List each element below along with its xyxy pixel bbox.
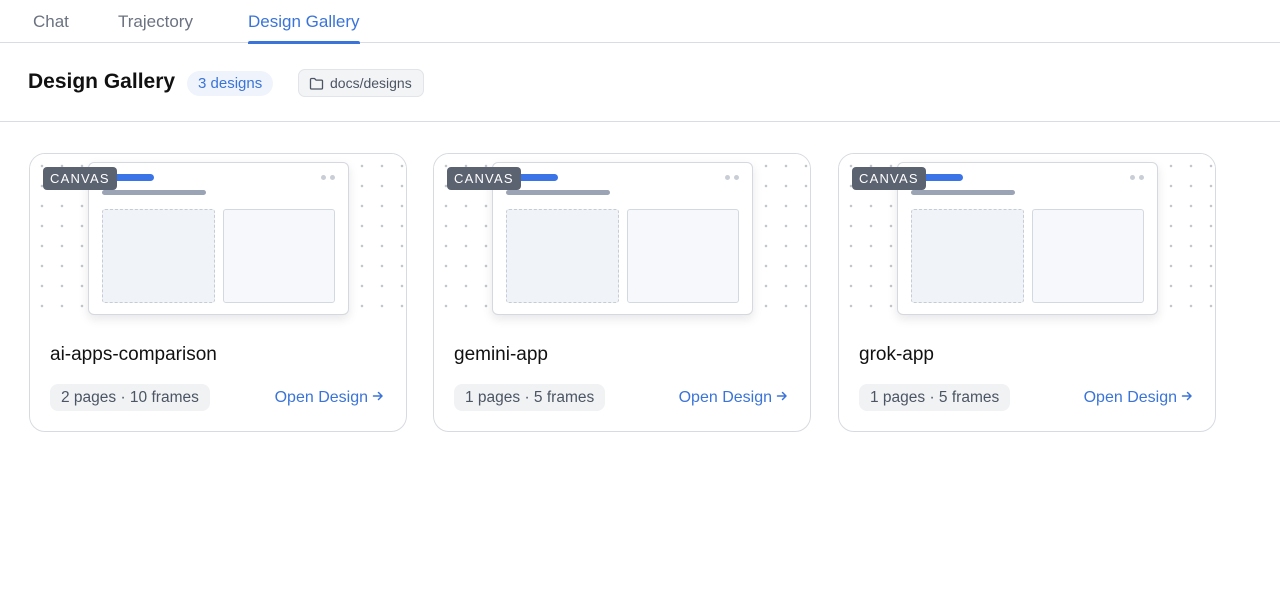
path-label: docs/designs <box>330 75 412 91</box>
open-design-label: Open Design <box>1083 389 1177 406</box>
page-title: Design Gallery <box>28 70 176 93</box>
tab-trajectory[interactable]: Trajectory <box>118 0 193 43</box>
path-chip: docs/designs <box>298 69 424 97</box>
design-name: grok-app <box>859 344 934 365</box>
canvas-badge: CANVAS <box>447 167 521 190</box>
preview-panel-right <box>223 209 335 303</box>
arrow-right-icon <box>372 387 384 409</box>
preview-window <box>492 162 753 315</box>
design-name: ai-apps-comparison <box>50 344 217 365</box>
more-dots-icon <box>321 175 335 180</box>
preview-panel-right <box>627 209 739 303</box>
arrow-right-icon <box>776 387 788 409</box>
tab-design-gallery[interactable]: Design Gallery <box>248 0 360 44</box>
preview-window <box>897 162 1158 315</box>
preview-panel-left <box>102 209 215 303</box>
design-meta: 1 pages · 5 frames <box>454 384 606 411</box>
open-design-label: Open Design <box>274 389 368 406</box>
canvas-preview: CANVAS <box>434 154 810 322</box>
canvas-preview: CANVAS <box>30 154 406 322</box>
canvas-badge: CANVAS <box>43 167 117 190</box>
preview-window <box>88 162 349 315</box>
design-name: gemini-app <box>454 344 548 365</box>
more-dots-icon <box>725 175 739 180</box>
open-design-label: Open Design <box>678 389 772 406</box>
gallery-header: Design Gallery 3 designs docs/designs <box>0 43 1280 122</box>
arrow-right-icon <box>1181 387 1193 409</box>
canvas-badge: CANVAS <box>852 167 926 190</box>
design-card[interactable]: CANVAS ai-apps-comparison 2 pages · 10 f… <box>29 153 407 432</box>
design-meta: 2 pages · 10 frames <box>50 384 210 411</box>
preview-subtitle-bar <box>506 190 610 195</box>
preview-subtitle-bar <box>102 190 206 195</box>
open-design-link[interactable]: Open Design <box>275 387 384 409</box>
canvas-preview: CANVAS <box>839 154 1215 322</box>
preview-panel-right <box>1032 209 1144 303</box>
design-card[interactable]: CANVAS gemini-app 1 pages · 5 frames Ope… <box>433 153 811 432</box>
preview-panel-left <box>506 209 619 303</box>
design-card[interactable]: CANVAS grok-app 1 pages · 5 frames Open … <box>838 153 1216 432</box>
design-count-badge: 3 designs <box>187 71 274 96</box>
tab-chat[interactable]: Chat <box>33 0 69 43</box>
preview-subtitle-bar <box>911 190 1015 195</box>
folder-icon <box>309 77 324 90</box>
design-meta: 1 pages · 5 frames <box>859 384 1011 411</box>
more-dots-icon <box>1130 175 1144 180</box>
preview-panel-left <box>911 209 1024 303</box>
tab-bar: Chat Trajectory Design Gallery <box>0 0 1280 44</box>
open-design-link[interactable]: Open Design <box>679 387 788 409</box>
open-design-link[interactable]: Open Design <box>1084 387 1193 409</box>
